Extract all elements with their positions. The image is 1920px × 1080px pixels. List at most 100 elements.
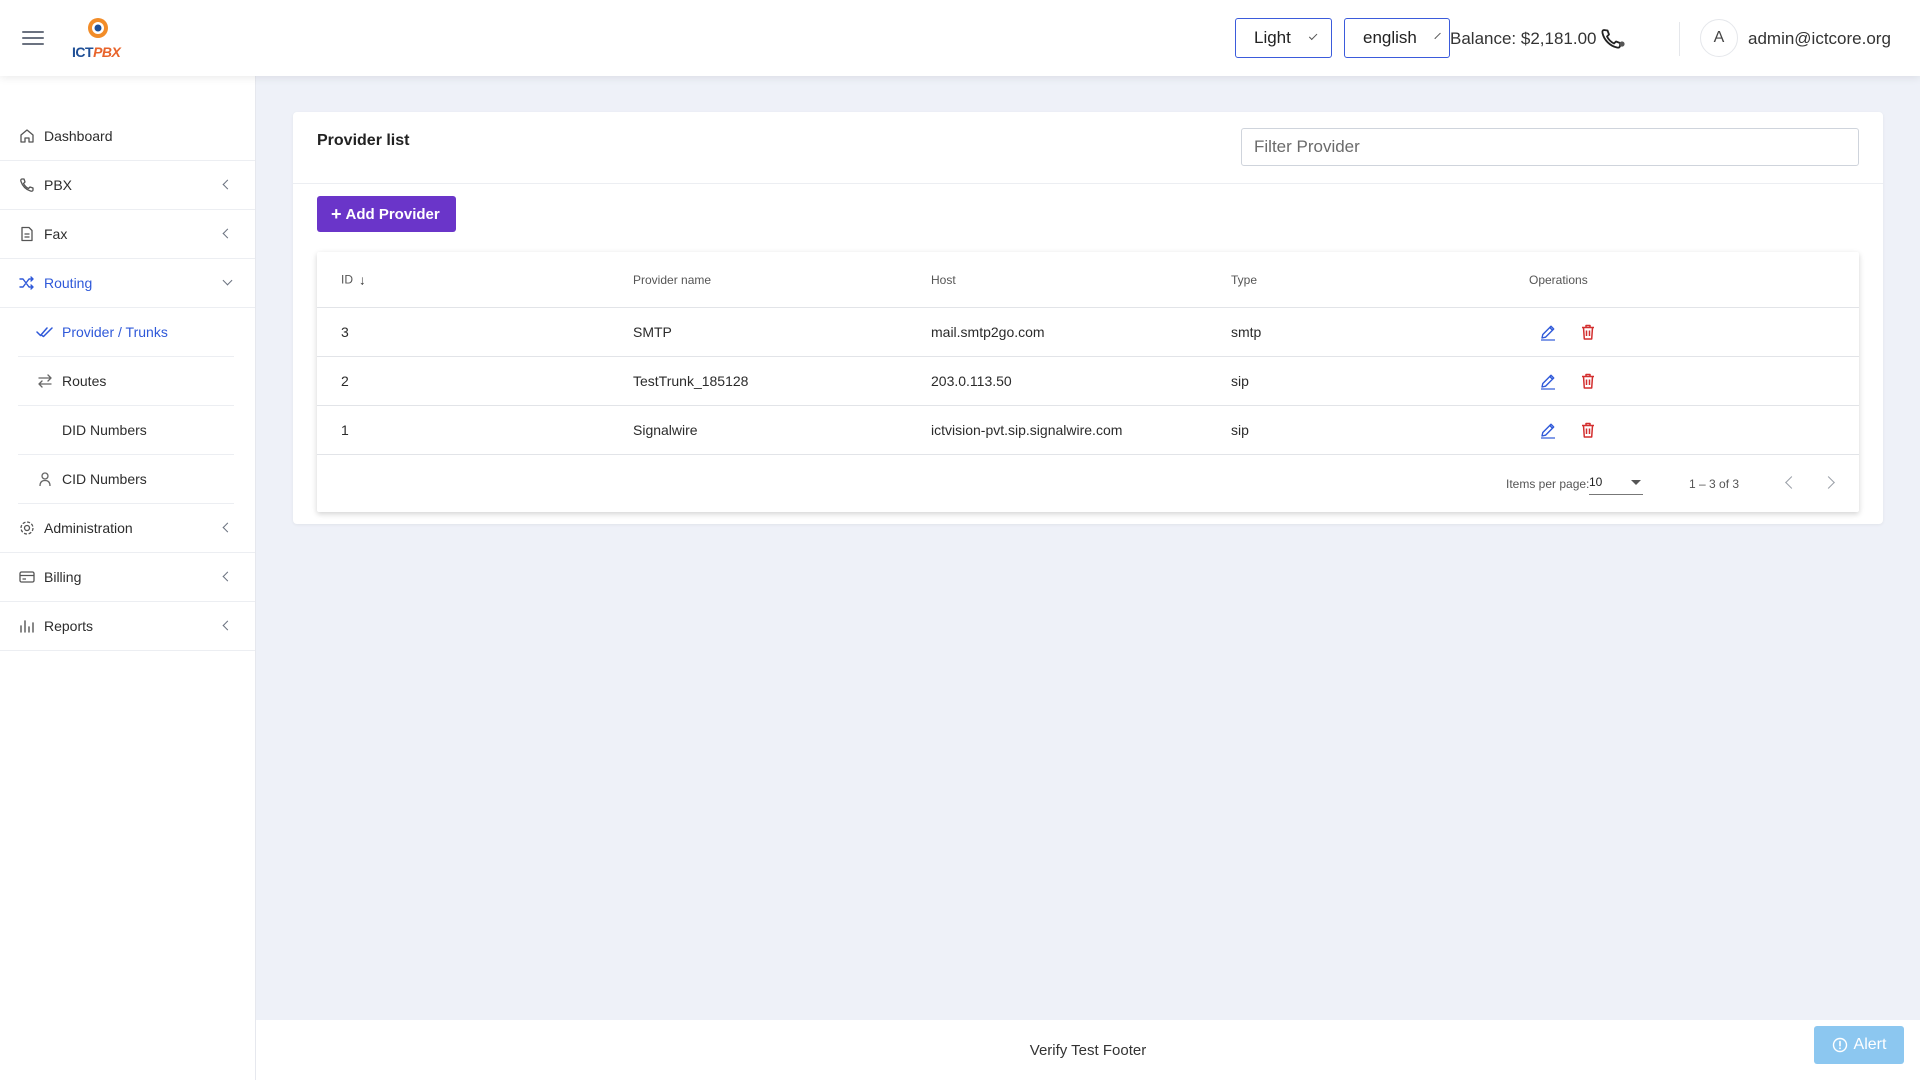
sidebar-item-label: CID Numbers [62,471,147,487]
sidebar-item-routes[interactable]: Routes [18,357,234,406]
items-per-page-label: Items per page: [1506,477,1590,491]
sidebar-item-label: Billing [44,569,82,585]
chevron-down-icon [1308,31,1318,41]
top-header: ICTPBX Light english Balance: $2,181.00 … [0,0,1920,76]
sidebar-item-billing[interactable]: Billing [0,553,255,602]
delete-icon[interactable] [1579,372,1597,390]
bar-chart-icon [18,617,36,635]
home-icon [18,127,36,145]
sidebar-item-dashboard[interactable]: Dashboard [0,112,255,161]
edit-icon[interactable] [1539,421,1557,439]
sidebar: Dashboard PBX Fax Routing Provider / Tru… [0,76,256,1080]
person-icon [36,470,54,488]
sidebar-item-provider-trunks[interactable]: Provider / Trunks [18,308,234,357]
page-title: Provider list [317,132,410,149]
edit-icon[interactable] [1539,323,1557,341]
menu-toggle-icon[interactable] [22,27,46,49]
previous-page-button[interactable] [1781,473,1801,493]
language-value: english [1363,28,1417,47]
chevron-left-icon [1785,476,1798,489]
table-row: 3 SMTP mail.smtp2go.com smtp [317,308,1859,357]
chevron-left-icon [222,179,233,190]
add-provider-button[interactable]: + Add Provider [317,196,456,232]
cell-type: smtp [1231,324,1262,340]
theme-select[interactable]: Light [1235,18,1332,58]
alert-button[interactable]: Alert [1814,1026,1904,1064]
sort-desc-icon: ↓ [359,272,366,288]
edit-icon[interactable] [1539,372,1557,390]
sidebar-item-fax[interactable]: Fax [0,210,255,259]
cell-provider-name: Signalwire [633,422,698,438]
cell-host: mail.smtp2go.com [931,324,1045,340]
cell-type: sip [1231,422,1249,438]
table-row: 2 TestTrunk_185128 203.0.113.50 sip [317,357,1859,406]
double-check-icon [36,323,54,341]
sidebar-item-administration[interactable]: Administration [0,504,255,553]
chevron-left-icon [222,522,233,533]
sidebar-item-label: Dashboard [44,128,113,144]
column-header-id[interactable]: ID ↓ [341,272,366,287]
sidebar-item-label: Provider / Trunks [62,324,168,340]
cell-host: ictvision-pvt.sip.signalwire.com [931,422,1123,438]
page-range-text: 1 – 3 of 3 [1689,477,1740,491]
filter-provider-input[interactable] [1241,128,1859,166]
chevron-down-icon [1434,32,1441,40]
table-header: ID ↓ Provider name Host Type Operations [317,252,1859,308]
language-select[interactable]: english [1344,18,1450,58]
sidebar-item-label: Reports [44,618,94,634]
column-header-host: Host [931,272,956,287]
chevron-left-icon [222,228,233,239]
sidebar-item-label: Routes [62,373,107,389]
provider-list-card: Provider list + Add Provider ID↓ Provide… [293,112,1883,524]
logo-mark-icon [88,18,108,38]
column-header-provider-name: Provider name [633,272,712,287]
paginator: Items per page: 10 1 – 3 of 3 [317,455,1859,511]
cell-provider-name: TestTrunk_185128 [633,373,749,389]
credit-card-icon [18,568,36,586]
delete-icon[interactable] [1579,323,1597,341]
plus-icon: + [331,203,342,224]
cell-host: 203.0.113.50 [931,373,1012,389]
sidebar-item-label: PBX [44,177,73,193]
logo-text: ICTPBX [72,44,121,60]
balance-text: Balance: $2,181.00 [1450,29,1597,48]
sidebar-item-label: Fax [44,226,68,242]
chevron-left-icon [222,571,233,582]
document-icon [18,225,36,243]
add-provider-label: Add Provider [345,205,440,223]
footer-text: Verify Test Footer [1029,1041,1147,1059]
phone-icon [18,176,36,194]
sidebar-item-label: DID Numbers [62,422,147,438]
sidebar-item-pbx[interactable]: PBX [0,161,255,210]
phone-status-icon[interactable] [1600,27,1626,51]
table-row: 1 Signalwire ictvision-pvt.sip.signalwir… [317,406,1859,455]
dropdown-arrow-icon [1631,480,1641,485]
sidebar-item-did-numbers[interactable]: DID Numbers [18,406,234,455]
cell-id: 3 [341,324,349,340]
cell-provider-name: SMTP [633,324,672,340]
sidebar-item-label: Routing [44,275,93,291]
app-logo[interactable]: ICTPBX [72,16,128,62]
delete-icon[interactable] [1579,421,1597,439]
sidebar-item-reports[interactable]: Reports [0,602,255,651]
chevron-down-icon [222,275,233,286]
user-email[interactable]: admin@ictcore.org [1748,29,1891,49]
alert-circle-icon [1832,1037,1848,1053]
sidebar-item-cid-numbers[interactable]: CID Numbers [18,455,234,504]
footer: Verify Test Footer [256,1020,1920,1080]
user-avatar[interactable]: A [1700,19,1738,57]
alert-label: Alert [1853,1036,1887,1053]
next-page-button[interactable] [1821,473,1841,493]
sidebar-item-routing[interactable]: Routing [0,259,255,308]
card-header: Provider list [293,112,1883,184]
column-header-type: Type [1231,272,1258,287]
sidebar-item-label: Administration [44,520,133,536]
items-per-page-select[interactable]: 10 [1589,471,1643,495]
swap-arrows-icon [36,372,54,390]
shuffle-icon [18,274,36,292]
provider-table: ID ↓ Provider name Host Type Operations 3… [317,252,1859,512]
cell-type: sip [1231,373,1249,389]
theme-value: Light [1254,28,1291,47]
items-per-page-value: 10 [1589,475,1603,489]
cell-id: 2 [341,373,349,389]
